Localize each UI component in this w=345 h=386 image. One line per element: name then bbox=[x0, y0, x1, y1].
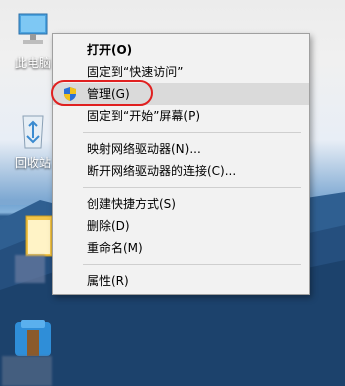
menu-item-create-shortcut[interactable]: 创建快捷方式(S) bbox=[53, 193, 309, 215]
menu-item-map-network-drive[interactable]: 映射网络驱动器(N)... bbox=[53, 138, 309, 160]
menu-item-pin-start[interactable]: 固定到“开始”屏幕(P) bbox=[53, 105, 309, 127]
menu-separator bbox=[83, 264, 301, 265]
menu-item-manage[interactable]: 管理(G) bbox=[51, 80, 309, 106]
menu-item-disconnect-network-drive[interactable]: 断开网络驱动器的连接(C)... bbox=[53, 160, 309, 182]
menu-separator bbox=[83, 132, 301, 133]
blurred-label bbox=[2, 356, 52, 386]
desktop-icon-archive[interactable] bbox=[4, 312, 64, 362]
archive-icon bbox=[15, 320, 51, 356]
blurred-label bbox=[15, 255, 45, 283]
menu-item-open[interactable]: 打开(O) bbox=[53, 39, 309, 61]
computer-icon bbox=[18, 13, 48, 44]
menu-item-rename[interactable]: 重命名(M) bbox=[53, 237, 309, 259]
menu-separator bbox=[83, 187, 301, 188]
shield-icon bbox=[64, 87, 76, 101]
context-menu: 打开(O) 固定到“快速访问” 管理(G) 固定到“开始”屏幕(P) 映射网络驱… bbox=[51, 33, 310, 295]
menu-item-properties[interactable]: 属性(R) bbox=[53, 270, 309, 292]
recycle-bin-icon bbox=[22, 115, 44, 149]
menu-item-delete[interactable]: 删除(D) bbox=[53, 215, 309, 237]
menu-item-pin-quick-access[interactable]: 固定到“快速访问” bbox=[53, 61, 309, 83]
